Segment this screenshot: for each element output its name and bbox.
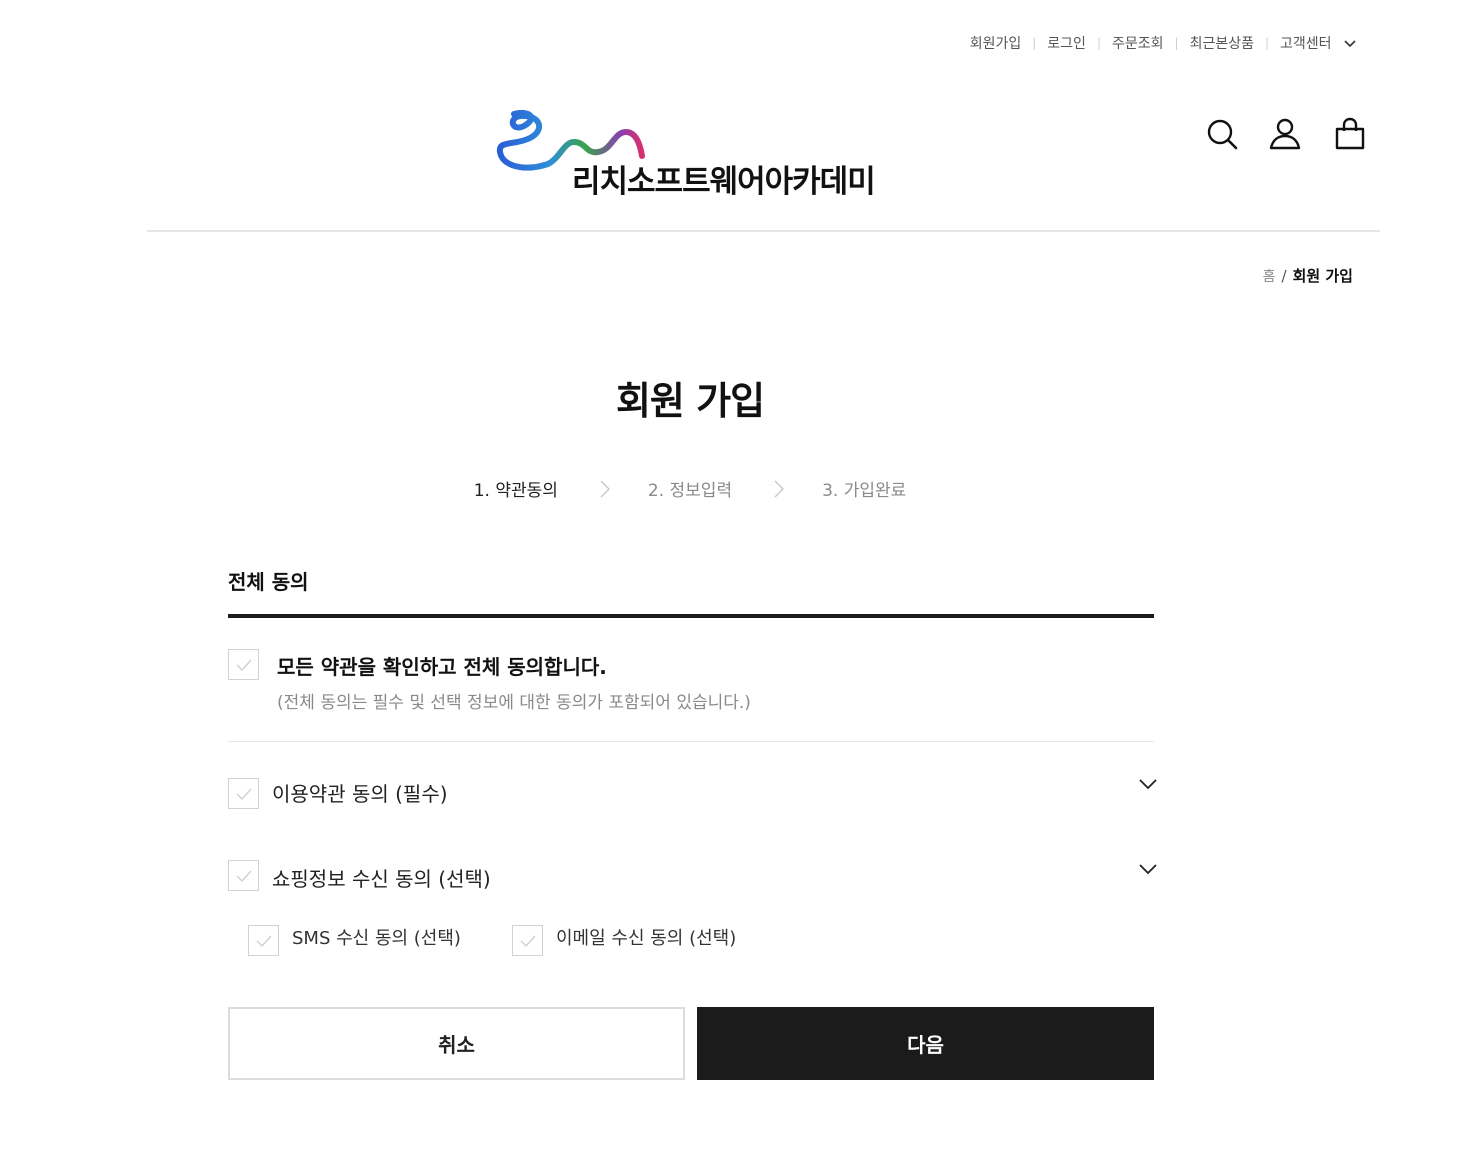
chevron-right-icon xyxy=(600,480,610,498)
shopping-info-checkbox[interactable] xyxy=(228,860,259,891)
utility-separator: | xyxy=(1032,36,1037,50)
chevron-down-icon xyxy=(1139,864,1157,875)
login-link[interactable]: 로그인 xyxy=(1047,33,1086,53)
check-icon xyxy=(236,659,252,671)
customer-center-label: 고객센터 xyxy=(1280,36,1332,52)
all-agree-label: 모든 약관을 확인하고 전체 동의합니다. xyxy=(277,655,607,679)
utility-nav: 회원가입 | 로그인 | 주문조회 | 최근본상품 | 고객센터 xyxy=(970,32,1356,54)
step-complete: 3. 가입완료 xyxy=(822,481,907,501)
terms-label: 이용약관 동의 (필수) xyxy=(272,782,448,806)
sms-checkbox[interactable] xyxy=(248,925,279,956)
breadcrumb-current: 회원 가입 xyxy=(1292,267,1353,285)
recent-products-link[interactable]: 최근본상품 xyxy=(1190,33,1254,53)
utility-separator: | xyxy=(1174,36,1179,50)
step-terms: 1. 약관동의 xyxy=(473,481,558,501)
logo-text: 리치소프트웨어아카데미 xyxy=(572,164,876,200)
check-icon xyxy=(520,935,536,947)
all-agree-checkbox[interactable] xyxy=(228,649,259,680)
section-divider xyxy=(228,614,1154,618)
terms-expand-button[interactable] xyxy=(1137,777,1159,791)
terms-checkbox[interactable] xyxy=(228,778,259,809)
header-divider xyxy=(147,230,1380,232)
check-icon xyxy=(236,788,252,800)
sms-label: SMS 수신 동의 (선택) xyxy=(292,928,461,949)
next-button[interactable]: 다음 xyxy=(697,1007,1154,1080)
all-agree-description: (전체 동의는 필수 및 선택 정보에 대한 동의가 포함되어 있습니다.) xyxy=(277,693,751,713)
step-info: 2. 정보입력 xyxy=(647,481,733,501)
cancel-button[interactable]: 취소 xyxy=(228,1007,685,1080)
search-icon[interactable] xyxy=(1205,117,1239,151)
customer-center-dropdown[interactable]: 고객센터 xyxy=(1280,33,1356,53)
breadcrumb: 홈 / 회원 가입 xyxy=(1263,265,1353,286)
shopping-bag-icon[interactable] xyxy=(1333,117,1367,151)
order-lookup-link[interactable]: 주문조회 xyxy=(1112,33,1164,53)
shopping-info-label: 쇼핑정보 수신 동의 (선택) xyxy=(272,867,491,891)
chevron-right-icon xyxy=(774,480,785,498)
user-icon[interactable] xyxy=(1268,117,1302,151)
email-label: 이메일 수신 동의 (선택) xyxy=(556,928,737,949)
page-title: 회원 가입 xyxy=(615,379,765,423)
breadcrumb-home[interactable]: 홈 xyxy=(1263,266,1276,286)
section-title: 전체 동의 xyxy=(228,570,309,594)
check-icon xyxy=(256,935,272,947)
signup-link[interactable]: 회원가입 xyxy=(970,33,1022,53)
check-icon xyxy=(236,870,252,882)
breadcrumb-separator: / xyxy=(1281,266,1287,285)
utility-separator: | xyxy=(1096,36,1101,50)
chevron-down-icon xyxy=(1139,779,1157,790)
shopping-info-expand-button[interactable] xyxy=(1137,862,1159,876)
signup-steps: 1. 약관동의 2. 정보입력 3. 가입완료 xyxy=(0,476,1380,501)
chevron-down-icon xyxy=(1344,36,1356,52)
email-checkbox[interactable] xyxy=(512,925,543,956)
utility-separator: | xyxy=(1264,36,1270,50)
agreement-divider xyxy=(228,741,1154,742)
